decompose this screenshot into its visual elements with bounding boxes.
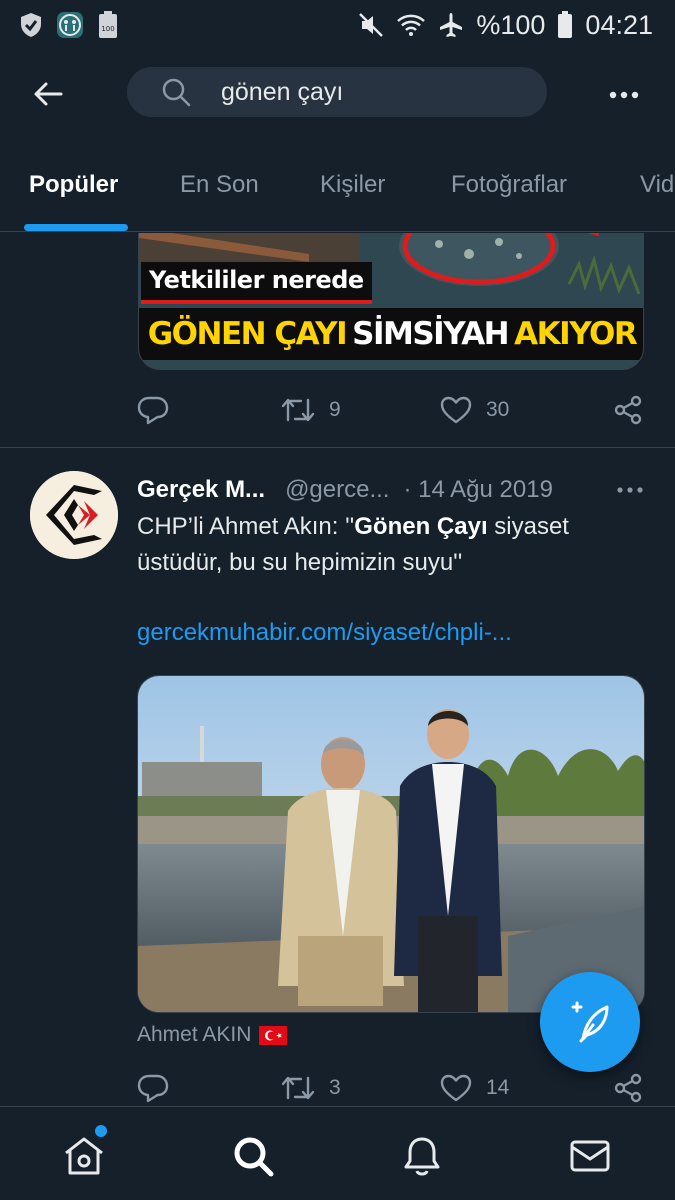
gercek-muhabir-logo [30, 471, 118, 559]
like-button[interactable]: 30 [440, 392, 509, 428]
notifications-icon [404, 1137, 440, 1176]
tab-photos[interactable]: Fotoğraflar [451, 138, 567, 231]
reply-icon [137, 1074, 169, 1103]
tweet-text-highlight: Gönen Çayı [354, 513, 488, 540]
messages-icon [570, 1140, 610, 1172]
tab-latest[interactable]: En Son [180, 138, 259, 231]
clock: 04:21 [585, 9, 653, 40]
media-caption-part-2: SİMSİYAH [352, 316, 510, 352]
home-icon [65, 1137, 103, 1175]
tweet-text-part-1: CHP’li Ahmet Akın: '' [137, 513, 355, 540]
svg-text:100: 100 [101, 25, 114, 33]
more-dots-icon [609, 91, 639, 99]
tweet-media-image[interactable]: Yetkililer nerede GÖNEN ÇAYI SİMSİYAH AK… [138, 233, 644, 370]
like-button[interactable]: 14 [440, 1070, 509, 1106]
nav-messages[interactable] [565, 1131, 615, 1181]
reply-button[interactable] [137, 1070, 169, 1106]
status-bar-right: %100 04:21 [358, 10, 653, 41]
nav-notifications[interactable] [397, 1131, 447, 1181]
search-icon [162, 78, 191, 107]
retweet-count: 9 [329, 398, 341, 421]
heart-icon [440, 1074, 472, 1102]
tweet-more-button[interactable] [613, 473, 647, 507]
tweet-actions: 3 14 [137, 1070, 647, 1106]
tab-people[interactable]: Kişiler [320, 138, 385, 231]
tab-popular[interactable]: Popüler [29, 138, 118, 231]
media-caption-bottom: GÖNEN ÇAYI SİMSİYAH AKIYOR [139, 308, 643, 360]
share-button[interactable] [613, 392, 643, 428]
nav-home[interactable] [59, 1131, 109, 1181]
wifi-icon [396, 13, 426, 37]
bottom-navigation [0, 1106, 675, 1200]
share-icon [614, 1073, 642, 1103]
mute-icon [358, 12, 384, 38]
compose-feather-icon [571, 1001, 609, 1043]
like-count: 30 [486, 398, 510, 421]
search-tabs: Popüler En Son Kişiler Fotoğraflar Vid [0, 138, 675, 232]
tab-videos[interactable]: Vid [640, 138, 674, 231]
shield-icon [20, 12, 42, 38]
avatar[interactable] [30, 471, 118, 559]
tweet-photo[interactable] [137, 675, 645, 1013]
battery-saver-icon: 100 [98, 11, 118, 39]
search-box[interactable] [127, 67, 547, 117]
tweet-header: Gerçek M... @gerce... · 14 Ağu 2019 [137, 473, 647, 507]
photo-two-men-by-river [138, 676, 644, 1012]
share-icon [614, 395, 642, 425]
tweet-link[interactable]: gercekmuhabir.com/siyaset/chpli-... [137, 619, 512, 647]
heart-icon [440, 396, 472, 424]
battery-percent: %100 [476, 9, 546, 40]
more-dots-icon [617, 487, 643, 493]
retweet-button[interactable]: 3 [281, 1070, 341, 1106]
reply-button[interactable] [137, 392, 169, 428]
nav-search[interactable] [228, 1131, 278, 1181]
retweet-count: 3 [329, 1076, 341, 1099]
status-bar: 100 %100 04:21 [0, 0, 675, 50]
reply-icon [137, 396, 169, 425]
compose-tweet-button[interactable] [540, 972, 640, 1072]
tweet-divider [0, 447, 675, 448]
photo-tag[interactable]: Ahmet AKIN [137, 1023, 288, 1047]
tweet-text: CHP’li Ahmet Akın: ''Gönen Çayı siyaset … [137, 509, 647, 581]
like-count: 14 [486, 1076, 510, 1099]
status-bar-left: 100 [20, 11, 118, 39]
turkey-flag-icon [259, 1025, 288, 1045]
search-header [0, 50, 675, 138]
search-input[interactable] [221, 77, 521, 107]
media-caption-top: Yetkililer nerede [141, 262, 372, 304]
home-notification-dot [95, 1125, 107, 1137]
share-button[interactable] [613, 1070, 643, 1106]
media-caption-part-3: AKIYOR [514, 316, 638, 352]
active-tab-indicator [24, 224, 128, 231]
airplane-mode-icon [438, 12, 464, 38]
retweet-button[interactable]: 9 [281, 392, 341, 428]
tweet-actions: 9 30 [137, 392, 647, 428]
back-button[interactable] [28, 74, 68, 114]
author-name[interactable]: Gerçek M... [137, 476, 265, 504]
accessibility-app-icon [56, 11, 84, 39]
back-arrow-icon [34, 82, 63, 106]
more-options-button[interactable] [604, 80, 644, 110]
tweet-date[interactable]: · 14 Ağu 2019 [403, 476, 552, 504]
battery-icon [557, 11, 573, 39]
photo-tag-name: Ahmet AKIN [137, 1023, 252, 1046]
author-handle[interactable]: @gerce... [285, 476, 389, 504]
retweet-icon [281, 398, 315, 422]
media-caption-part-1: GÖNEN ÇAYI [147, 316, 348, 352]
search-icon [234, 1137, 274, 1177]
retweet-icon [281, 1076, 315, 1100]
